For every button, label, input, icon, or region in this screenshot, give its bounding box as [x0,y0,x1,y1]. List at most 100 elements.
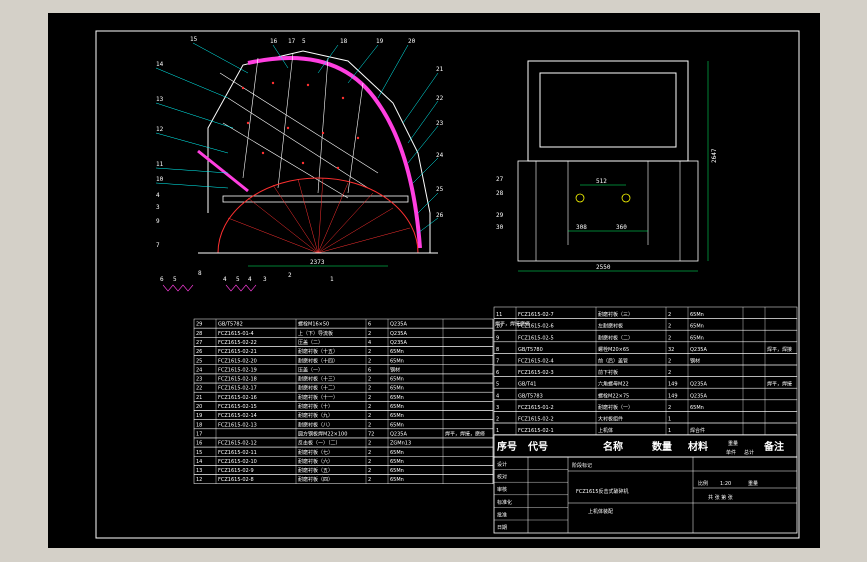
bom-cell: FCZ1615-02-6 [518,324,554,330]
bom-row: 13 FCZ1615-02-9 耐磨衬板（五） 2 65Mn [193,465,494,475]
bom-row: 20 FCZ1615-02-15 耐磨衬板（十） 2 65Mn [193,401,494,411]
bom-row: 8 GB/T5780 螺栓M20×65 32 Q235A 焊平，焊接 [493,341,798,354]
bom-cell: 2 [368,450,371,456]
callout-26: 26 [436,212,444,219]
dim-side-height: 2647 [711,148,718,163]
bom-cell: 耐磨衬板（十） [298,403,333,410]
dim-inner-a: 308 [576,224,587,231]
bom-table-right: 11 FCZ1615-02-7 耐磨衬板（三） 2 65Mn10 FCZ1615-02-6… [493,306,798,435]
side-view: 512 308 360 2550 2647 27 28 29 30 [496,60,718,272]
cross-beam [222,195,409,203]
bom-cell: 65Mn [390,386,404,392]
bom-cell: 耐磨衬板（八） [298,421,333,428]
callout-1: 1 [330,276,334,283]
bom-cell: FCZ1615-02-16 [218,395,257,401]
project-name: FCZ1615反击式破碎机 [576,488,629,495]
bom-row: 10 FCZ1615-02-6 左耐磨衬板 2 65Mn [493,318,798,331]
bom-cell: 2 [368,413,371,419]
outer-wear-plate [247,56,422,249]
bom-cell: 耐磨衬板（一） [598,404,633,411]
bom-cell: 149 [668,382,678,388]
hdr-name: 名称 [603,440,623,453]
callout-24: 24 [436,152,444,159]
bom-row: 18 FCZ1615-02-13 耐磨衬板（八） 2 65Mn [193,419,494,430]
bom-cell: 6 [496,370,499,376]
callout-17: 17 [288,38,296,45]
bom-cell: 22 [196,386,202,392]
bom-cell: 65Mn [390,413,404,419]
bom-row: 21 FCZ1615-02-16 耐磨衬板（十一） 2 65Mn [193,391,494,402]
bom-cell: 2 [668,335,671,341]
bom-cell: 焊平，焊接 [767,381,792,388]
bom-cell: 12 [196,477,202,483]
bom-row: 6 FCZ1615-02-3 前下衬板 2 [493,364,798,377]
bom-cell: 29 [196,322,202,328]
bom-cell: 前（后）盖管 [598,358,628,365]
bom-cell: 耐磨衬板（三） [598,311,633,318]
bom-row: 17 圆方钢板焊M22×100 72 Q235A 焊平，焊接，磨修 [193,428,494,439]
bom-cell: 28 [196,331,202,337]
title-row-label: 日期 [497,525,507,531]
callout-21: 21 [436,66,444,73]
left-wear-plate [197,149,249,193]
hdr-seq: 序号 [497,440,517,453]
bom-cell: 钢材 [390,366,400,373]
callout-5c: 5 [236,276,240,283]
callout-4a: 4 [156,192,160,199]
bom-cell: 2 [368,349,371,355]
side-callout-30: 30 [496,224,504,231]
hdr-unit: 单件 [726,449,736,456]
front-outline [207,50,431,254]
bom-cell: 焊平，焊接，磨修 [445,430,485,437]
bom-cell: 25 [196,358,202,364]
bom-cell: FCZ1615-02-20 [218,358,257,364]
bom-row: 28 FCZ1615-01-4 上（下）导流板 2 Q235A [193,327,494,338]
bom-cell: FCZ1615-02-11 [218,450,257,456]
callout-4b: 4 [223,276,227,283]
hdr-material: 材料 [688,440,708,453]
bom-row: 12 FCZ1615-02-8 耐磨衬板（四） 2 65Mn [193,474,494,484]
hdr-total: 总计 [744,449,754,456]
callout-13: 13 [156,96,164,103]
side-body [517,160,699,262]
bom-cell: 65Mn [390,450,404,456]
bom-cell: 2 [668,405,671,411]
bom-cell: FCZ1615-02-12 [218,441,257,447]
callout-19: 19 [376,38,384,45]
bom-cell: 2 [668,370,671,376]
bom-cell: 六角螺母M22 [598,381,629,388]
callout-6: 6 [160,276,164,283]
bom-cell: 7 [496,359,499,365]
bom-cell: 20 [196,404,202,410]
bom-cell: 13 [196,468,202,474]
bom-cell: 耐磨衬板（六） [298,458,333,465]
bom-row: 25 FCZ1615-02-20 耐磨衬板（十四） 2 65Mn [193,355,494,366]
bom-cell: 钢材 [690,358,700,365]
bom-cell: 65Mn [390,422,404,428]
bom-cell: 焊平，焊接 [767,346,792,353]
bom-cell: 2 [368,386,371,392]
sheet-count: 共 张 第 张 [708,494,733,501]
bom-cell: 149 [668,393,678,399]
bom-cell: 19 [196,413,202,419]
bom-cell: FCZ1615-02-15 [218,404,257,410]
bom-cell: 1 [668,428,671,434]
side-callout-28: 28 [496,190,504,197]
bom-cell: Q235A [390,431,407,437]
bom-cell: 11 [496,312,502,318]
bom-cell: 65Mn [390,395,404,401]
bom-cell: 耐磨衬板（二） [598,334,633,341]
callout-22: 22 [436,95,444,102]
bom-cell: 2 [668,312,671,318]
title-row-label: 批准 [497,511,507,518]
bom-cell: 32 [668,347,674,353]
bom-cell: 耐磨衬板（七） [298,449,333,456]
bom-cell: FCZ1615-02-22 [218,340,257,346]
bom-row: 9 FCZ1615-02-5 耐磨衬板（二） 2 65Mn [493,329,798,343]
bom-row: 24 FCZ1615-02-19 压盖（一） 6 钢材 [193,364,494,375]
callout-2: 2 [288,272,292,279]
callout-3a: 3 [156,204,160,211]
bom-cell: FCZ1615-02-21 [218,349,257,355]
side-top-box [527,60,689,162]
bom-cell: 6 [368,367,371,373]
